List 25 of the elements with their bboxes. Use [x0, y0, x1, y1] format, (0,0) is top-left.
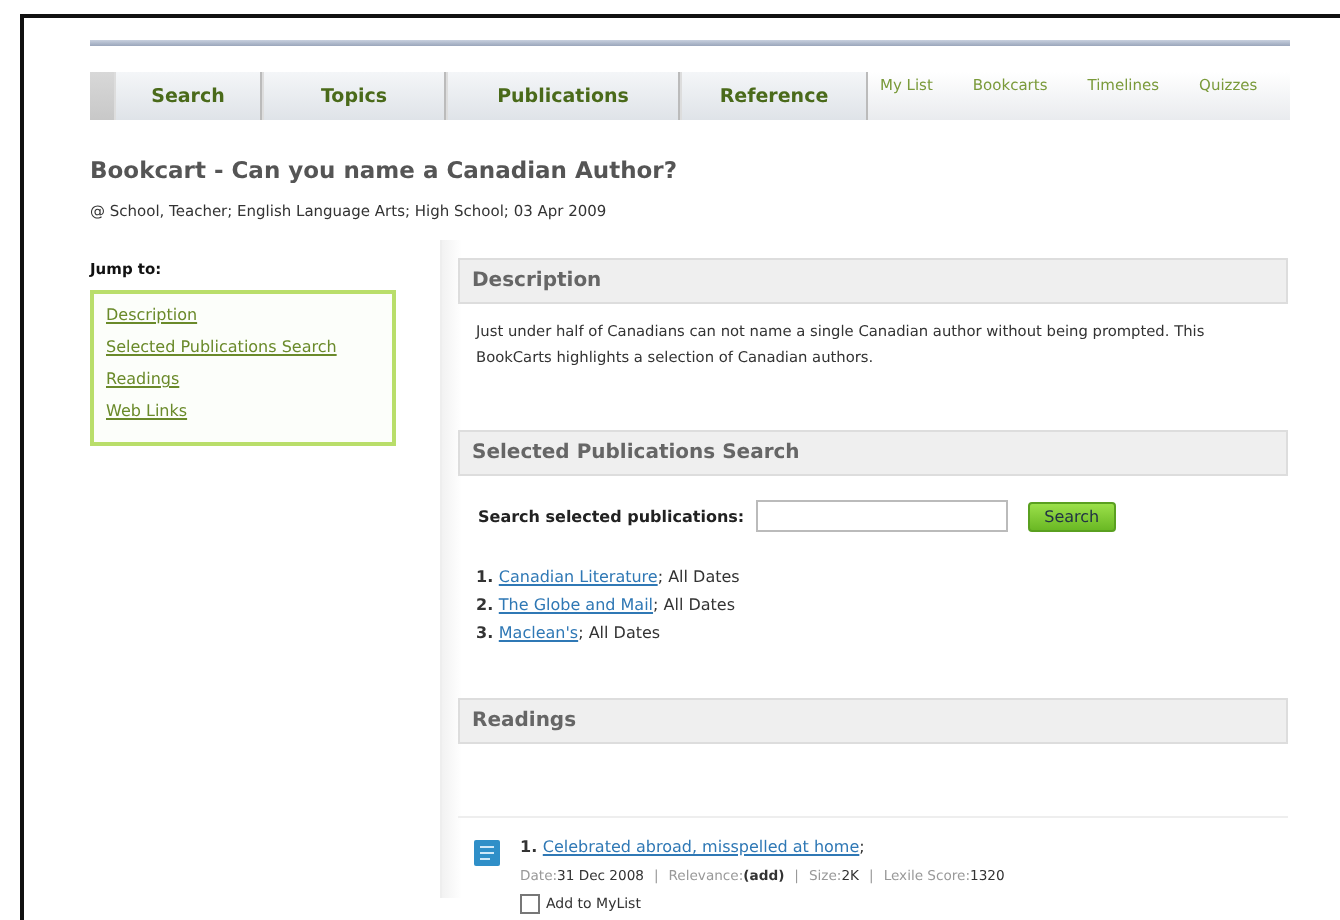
section-heading: Readings	[458, 698, 1288, 744]
section-heading: Selected Publications Search	[458, 430, 1288, 476]
search-field[interactable]	[756, 500, 1009, 532]
nav-tab[interactable]: Search	[114, 72, 262, 120]
jump-link[interactable]: Web Links	[106, 402, 188, 420]
checkbox[interactable]	[520, 894, 540, 914]
jump-link[interactable]: Description	[106, 306, 198, 324]
page-title: Bookcart - Can you name a Canadian Author?	[90, 156, 680, 184]
publication-link[interactable]: Canadian Literature	[498, 568, 658, 586]
publication-entry: 3. Maclean's; All Dates	[476, 624, 663, 642]
article-icon	[474, 840, 500, 866]
jump-link[interactable]: Readings	[106, 370, 180, 388]
reading-link[interactable]: Celebrated abroad, misspelled at home	[542, 838, 860, 856]
jump-link[interactable]: Selected Publications Search	[106, 338, 337, 356]
section-heading: Description	[458, 258, 1288, 304]
search-label: Search selected publications:	[478, 507, 745, 525]
search-button[interactable]: Search	[1028, 501, 1116, 531]
publication-entry: 2. The Globe and Mail; All Dates	[476, 596, 738, 614]
reading-title: 1. Celebrated abroad, misspelled at home;	[520, 838, 867, 856]
nav-tab[interactable]: Publications	[446, 72, 680, 120]
nav-tab[interactable]: Reference	[680, 72, 868, 120]
publication-entry: 1. Canadian Literature; All Dates	[476, 568, 742, 586]
publication-link[interactable]: The Globe and Mail	[498, 596, 654, 614]
nav-tab[interactable]: Topics	[262, 72, 446, 120]
publication-link[interactable]: Maclean's	[498, 624, 579, 642]
